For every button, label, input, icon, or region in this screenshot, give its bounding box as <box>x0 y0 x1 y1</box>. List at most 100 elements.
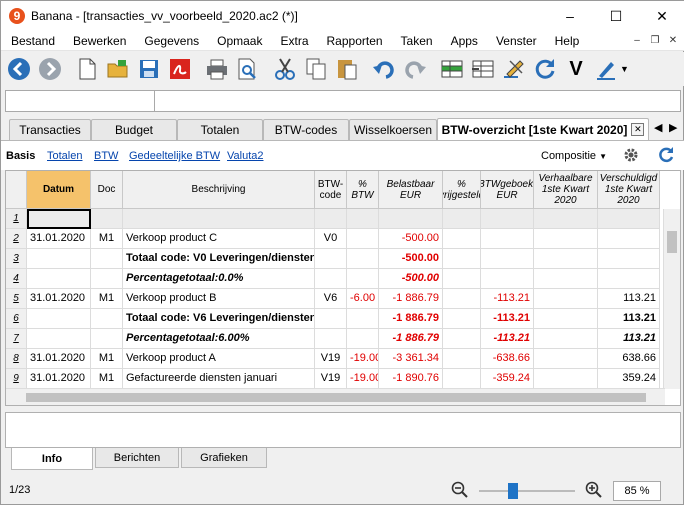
row-number[interactable]: 9 <box>6 369 27 389</box>
zoom-slider-thumb[interactable] <box>507 483 518 499</box>
column-header-belastbaar[interactable]: Belastbaar EUR <box>379 171 443 209</box>
column-header-beschrijving[interactable]: Beschrijving <box>123 171 315 209</box>
recheck-icon[interactable] <box>531 55 559 83</box>
mdi-restore-button[interactable]: ❐ <box>647 33 663 49</box>
gear-icon[interactable] <box>623 147 639 166</box>
cell-doc[interactable] <box>91 249 123 269</box>
cell-geboekt[interactable]: -359.24 <box>481 369 534 389</box>
add-rows-icon[interactable] <box>438 55 466 83</box>
cell-geboekt[interactable] <box>481 249 534 269</box>
cell-code[interactable] <box>315 209 347 229</box>
close-button[interactable]: ✕ <box>639 1 684 31</box>
cell-doc[interactable]: M1 <box>91 289 123 309</box>
pen-icon[interactable] <box>593 55 621 83</box>
cell-doc[interactable]: M1 <box>91 369 123 389</box>
cell-doc[interactable]: M1 <box>91 349 123 369</box>
cell-belast[interactable] <box>379 209 443 229</box>
cell-pct[interactable]: -19.00 <box>347 369 379 389</box>
menu-gegevens[interactable]: Gegevens <box>134 31 207 51</box>
cell-desc[interactable]: Totaal code: V6 Leveringen/diensten <box>123 309 315 329</box>
cell-datum[interactable] <box>27 209 91 229</box>
view-valuta2[interactable]: Valuta2 <box>227 150 264 162</box>
cell-desc[interactable]: Verkoop product C <box>123 229 315 249</box>
open-folder-icon[interactable] <box>104 55 132 83</box>
cut-icon[interactable] <box>271 55 299 83</box>
forward-icon[interactable] <box>36 55 64 83</box>
column-header-pct-btw[interactable]: % BTW <box>347 171 379 209</box>
cell-versch[interactable] <box>598 229 660 249</box>
zoom-slider[interactable] <box>479 490 575 492</box>
cell-desc[interactable]: Gefactureerde diensten januari <box>123 369 315 389</box>
cell-vrij[interactable] <box>443 229 481 249</box>
cell-doc[interactable] <box>91 309 123 329</box>
row-number[interactable]: 6 <box>6 309 27 329</box>
menu-apps[interactable]: Apps <box>441 31 486 51</box>
refresh-icon[interactable] <box>657 146 675 167</box>
cell-geboekt[interactable] <box>481 229 534 249</box>
pdf-icon[interactable] <box>166 55 194 83</box>
minimize-button[interactable]: – <box>547 1 593 31</box>
tab-info[interactable]: Info <box>11 448 93 470</box>
horizontal-scroll-thumb[interactable] <box>26 393 646 402</box>
tab-scroll-right-icon[interactable]: ▶ <box>669 121 677 134</box>
cell-vrij[interactable] <box>443 209 481 229</box>
cell-pct[interactable]: -6.00 <box>347 289 379 309</box>
mdi-close-button[interactable]: ✕ <box>665 33 681 49</box>
view-gedeeltelijke-btw[interactable]: Gedeeltelijke BTW <box>129 150 220 162</box>
cell-pct[interactable]: -19.00 <box>347 349 379 369</box>
vertical-scroll-thumb[interactable] <box>667 231 677 253</box>
cell-verh[interactable] <box>534 209 598 229</box>
cell-belast[interactable]: -500.00 <box>379 249 443 269</box>
cell-datum[interactable] <box>27 309 91 329</box>
cell-datum[interactable]: 31.01.2020 <box>27 289 91 309</box>
cell-versch[interactable] <box>598 249 660 269</box>
cell-versch[interactable]: 113.21 <box>598 289 660 309</box>
tab-totalen[interactable]: Totalen <box>177 119 263 140</box>
paste-icon[interactable] <box>333 55 361 83</box>
cell-versch[interactable]: 113.21 <box>598 309 660 329</box>
cell-pct[interactable] <box>347 249 379 269</box>
cell-vrij[interactable] <box>443 249 481 269</box>
cell-geboekt[interactable] <box>481 209 534 229</box>
cell-pct[interactable] <box>347 309 379 329</box>
back-icon[interactable] <box>5 55 33 83</box>
menu-bestand[interactable]: Bestand <box>1 31 63 51</box>
row-number[interactable]: 1 <box>6 209 27 229</box>
cell-belast[interactable]: -3 361.34 <box>379 349 443 369</box>
cell-versch[interactable] <box>598 269 660 289</box>
cell-desc[interactable]: Verkoop product A <box>123 349 315 369</box>
tab-wisselkoersen[interactable]: Wisselkoersen <box>349 119 437 140</box>
cell-verh[interactable] <box>534 229 598 249</box>
cell-code[interactable]: V0 <box>315 229 347 249</box>
cell-datum[interactable] <box>27 249 91 269</box>
edit-icon[interactable] <box>500 55 528 83</box>
tab-btw-overzicht[interactable]: BTW-overzicht [1ste Kwart 2020] ✕ <box>437 118 649 140</box>
cell-versch[interactable]: 113.21 <box>598 329 660 349</box>
cell-versch[interactable] <box>598 209 660 229</box>
row-number[interactable]: 4 <box>6 269 27 289</box>
cell-vrij[interactable] <box>443 329 481 349</box>
cell-verh[interactable] <box>534 349 598 369</box>
composition-dropdown[interactable]: Compositie ▼ <box>541 150 607 162</box>
cell-code[interactable] <box>315 309 347 329</box>
cell-desc[interactable]: Percentagetotaal:6.00% <box>123 329 315 349</box>
cell-belast[interactable]: -1 886.79 <box>379 289 443 309</box>
undo-icon[interactable] <box>370 55 398 83</box>
column-header-btw-geboekt[interactable]: BTWgeboekt EUR <box>481 171 534 209</box>
tab-btw-codes[interactable]: BTW-codes <box>263 119 349 140</box>
cell-pct[interactable] <box>347 329 379 349</box>
cell-desc[interactable]: Totaal code: V0 Leveringen/diensten <box>123 249 315 269</box>
cell-code[interactable] <box>315 329 347 349</box>
mdi-minimize-button[interactable]: – <box>629 33 645 49</box>
cell-code[interactable] <box>315 269 347 289</box>
redo-icon[interactable] <box>401 55 429 83</box>
cell-pct[interactable] <box>347 229 379 249</box>
cell-geboekt[interactable] <box>481 269 534 289</box>
new-file-icon[interactable] <box>73 55 101 83</box>
cell-doc[interactable] <box>91 209 123 229</box>
cell-belast[interactable]: -1 886.79 <box>379 329 443 349</box>
menu-opmaak[interactable]: Opmaak <box>207 31 270 51</box>
close-icon[interactable]: ✕ <box>631 123 645 136</box>
cell-datum[interactable]: 31.01.2020 <box>27 349 91 369</box>
cell-datum[interactable] <box>27 269 91 289</box>
